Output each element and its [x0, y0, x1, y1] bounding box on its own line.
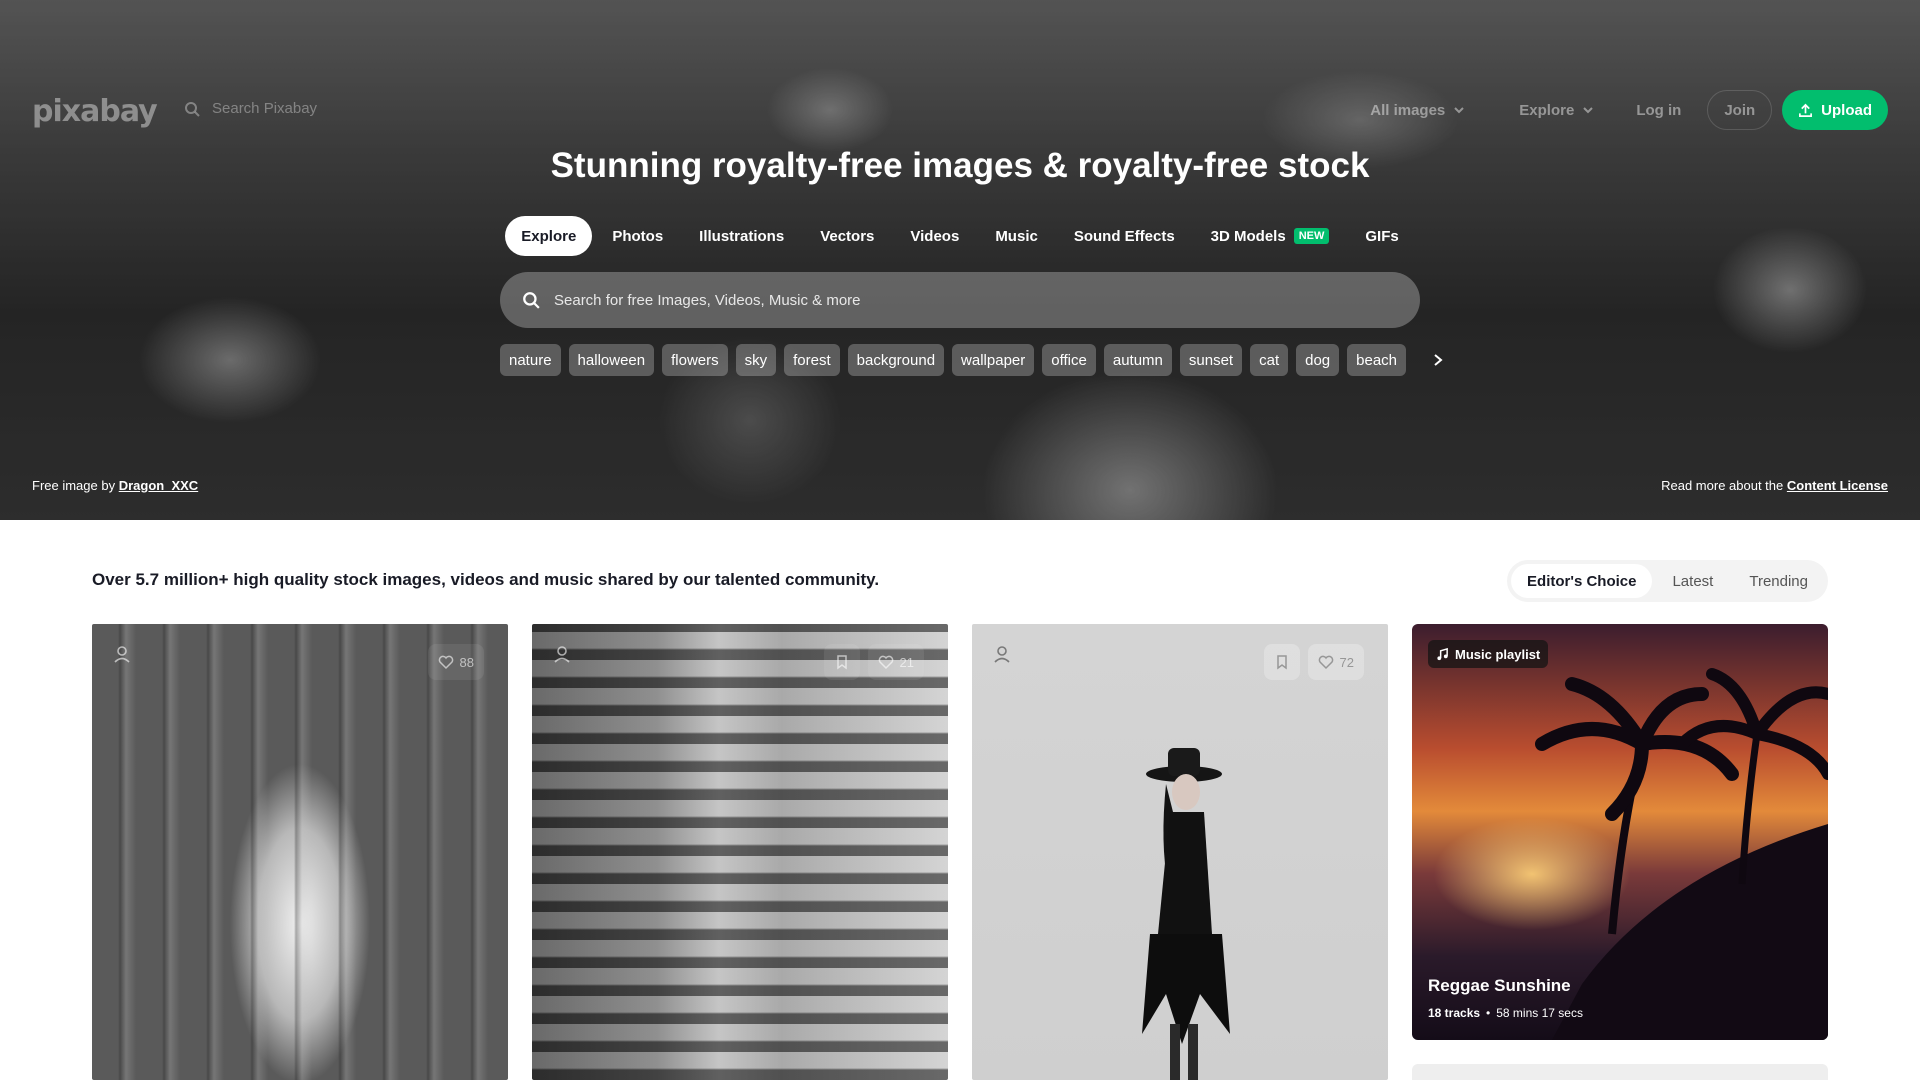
chip-autumn[interactable]: autumn [1103, 344, 1172, 376]
tab-explore[interactable]: Explore [505, 216, 593, 256]
music-note-icon [1437, 647, 1448, 660]
header-search[interactable]: Search Pixabay [184, 100, 317, 117]
woman-figure-illustration [1142, 748, 1230, 1080]
license-prefix: Read more about the [1661, 478, 1784, 493]
chip-forest[interactable]: forest [784, 344, 840, 376]
search-icon [185, 101, 200, 117]
tab-3d-models[interactable]: 3D Models NEW [1195, 216, 1346, 256]
media-type-tabs: Explore Photos Illustrations Vectors Vid… [0, 216, 1920, 256]
main-search-input[interactable] [554, 291, 1354, 309]
bookmark-icon [1276, 655, 1287, 670]
community-tagline: Over 5.7 million+ high quality stock ima… [92, 570, 880, 589]
tab-latest[interactable]: Latest [1656, 564, 1729, 598]
music-playlist-card[interactable]: Music playlist Reggae Sunshine 18 tracks… [1412, 624, 1828, 1040]
like-button[interactable]: 88 [427, 644, 484, 680]
explore-dropdown[interactable]: Explore [1503, 90, 1610, 130]
heart-icon [438, 655, 453, 670]
tab-3d-models-label: 3D Models [1210, 227, 1286, 245]
chip-nature[interactable]: nature [500, 344, 561, 376]
search-icon [523, 292, 540, 309]
user-icon [554, 646, 570, 663]
card-actions: 88 [427, 644, 484, 680]
tab-music[interactable]: Music [979, 216, 1054, 256]
chip-dog[interactable]: dog [1296, 344, 1340, 376]
content-license-link[interactable]: Content License [1787, 478, 1888, 493]
nav-actions: All images Explore Log in Join Upload [1354, 90, 1888, 130]
credit-author-link[interactable]: Dragon_XXC [119, 478, 198, 493]
suggested-searches: nature halloween flowers sky forest back… [500, 344, 1450, 376]
upload-button[interactable]: Upload [1782, 90, 1888, 130]
like-count: 72 [1339, 654, 1354, 670]
all-images-label: All images [1370, 101, 1446, 119]
image-card-buildings[interactable]: 21 [532, 624, 948, 1080]
chevron-right-icon [1434, 354, 1443, 366]
tab-photos[interactable]: Photos [596, 216, 679, 256]
bookmark-icon [836, 655, 847, 670]
chip-beach[interactable]: beach [1347, 344, 1407, 376]
tab-illustrations[interactable]: Illustrations [683, 216, 800, 256]
tab-videos[interactable]: Videos [894, 216, 975, 256]
card-actions: 21 [823, 644, 924, 680]
top-navigation: pixabay Search Pixabay All images Explor… [0, 88, 1920, 132]
chip-sky[interactable]: sky [735, 344, 777, 376]
playlist-duration: 58 mins 17 secs [1496, 1006, 1583, 1020]
image-credit: Free image by Dragon_XXC [32, 478, 198, 493]
image-card-woman-in-black[interactable]: 72 [972, 624, 1388, 1080]
all-images-dropdown[interactable]: All images [1354, 90, 1481, 130]
chip-background[interactable]: background [847, 344, 945, 376]
chip-cat[interactable]: cat [1250, 344, 1289, 376]
music-playlist-label: Music playlist [1455, 646, 1541, 662]
tab-sound-effects[interactable]: Sound Effects [1058, 216, 1191, 256]
hero-banner: pixabay Search Pixabay All images Explor… [0, 0, 1920, 520]
chip-flowers[interactable]: flowers [662, 344, 728, 376]
like-button[interactable]: 72 [1307, 644, 1364, 680]
music-playlist-badge: Music playlist [1428, 640, 1549, 668]
image-card-partial[interactable] [1412, 1064, 1828, 1080]
chip-wallpaper[interactable]: wallpaper [952, 344, 1035, 376]
chevron-down-icon [1454, 107, 1464, 114]
sort-tabs: Editor's Choice Latest Trending [1507, 560, 1828, 602]
chip-sunset[interactable]: sunset [1179, 344, 1243, 376]
hero-title: Stunning royalty-free images & royalty-f… [550, 146, 1370, 185]
like-button[interactable]: 21 [867, 644, 924, 680]
user-icon [114, 646, 130, 663]
card-actions: 72 [1263, 644, 1364, 680]
credit-prefix: Free image by [32, 478, 116, 493]
heart-icon [878, 655, 893, 670]
tab-trending[interactable]: Trending [1733, 564, 1824, 598]
like-count: 21 [899, 654, 914, 670]
playlist-meta: 18 tracks • 58 mins 17 secs [1428, 1006, 1583, 1020]
like-count: 88 [459, 654, 474, 670]
bookmark-button[interactable] [1263, 644, 1300, 680]
chip-office[interactable]: office [1042, 344, 1096, 376]
tab-gifs[interactable]: GIFs [1349, 216, 1414, 256]
playlist-tracks: 18 tracks [1428, 1006, 1481, 1020]
bookmark-button[interactable] [823, 644, 860, 680]
tab-vectors[interactable]: Vectors [804, 216, 890, 256]
upload-label: Upload [1821, 101, 1872, 119]
upload-icon [1799, 103, 1813, 117]
image-card-colonnade[interactable]: 88 [92, 624, 508, 1080]
new-badge: NEW [1293, 228, 1330, 244]
join-button[interactable]: Join [1707, 90, 1773, 130]
playlist-title: Reggae Sunshine [1428, 976, 1571, 995]
tab-editors-choice[interactable]: Editor's Choice [1511, 564, 1653, 598]
license-note: Read more about the Content License [1661, 478, 1888, 493]
chevron-down-icon [1583, 107, 1594, 114]
login-link[interactable]: Log in [1620, 90, 1697, 130]
chips-next-button[interactable] [1426, 344, 1450, 376]
meta-separator: • [1486, 1006, 1491, 1020]
chip-halloween[interactable]: halloween [568, 344, 655, 376]
heart-icon [1318, 655, 1333, 670]
pixabay-logo[interactable]: pixabay [32, 94, 158, 129]
main-search-bar [500, 272, 1420, 328]
header-search-placeholder: Search Pixabay [212, 100, 318, 117]
user-icon [994, 646, 1010, 663]
explore-label: Explore [1519, 101, 1575, 119]
